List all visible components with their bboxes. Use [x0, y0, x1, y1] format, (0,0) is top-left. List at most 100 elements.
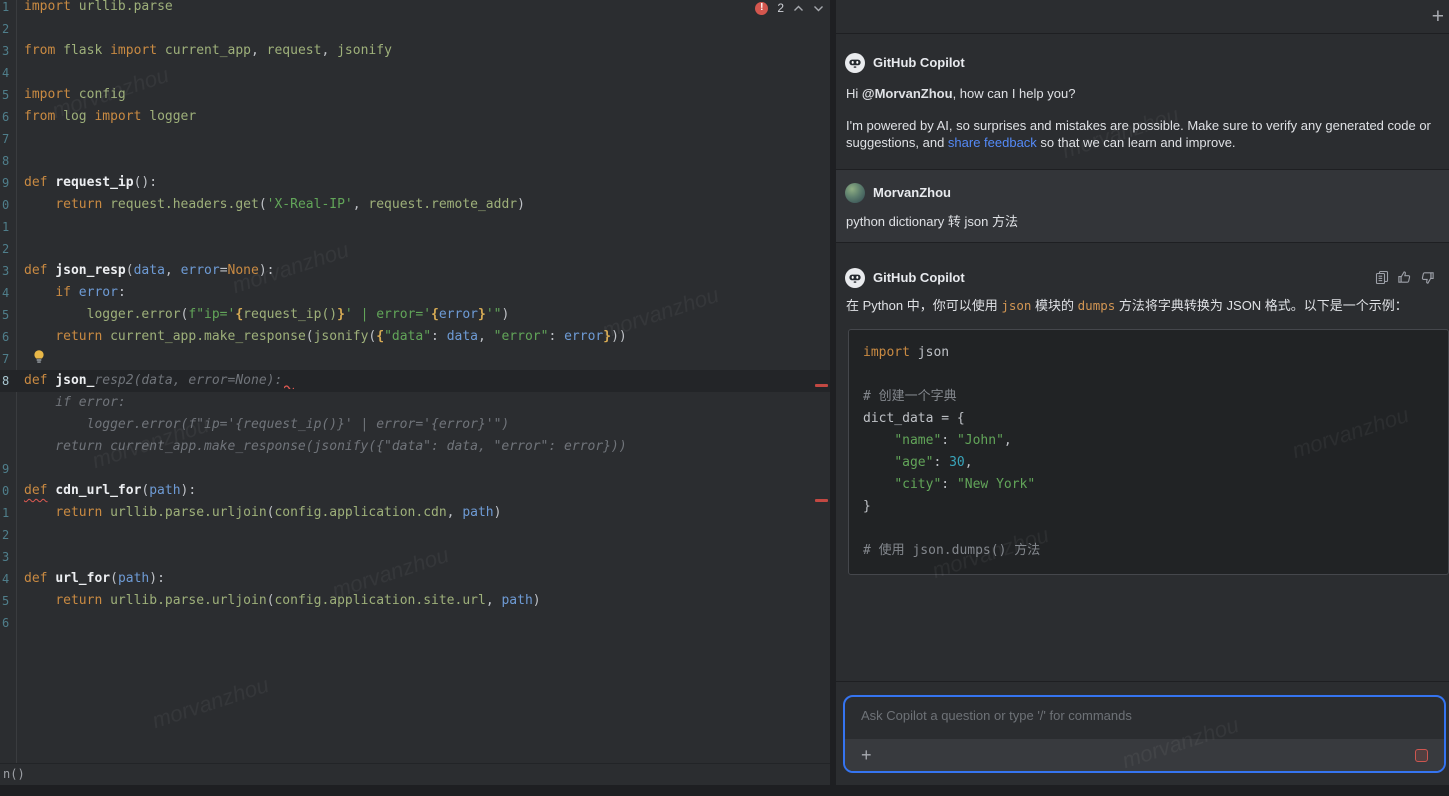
- copilot-avatar: [845, 268, 865, 288]
- line-number[interactable]: 0: [0, 194, 16, 216]
- copilot-input-box[interactable]: Ask Copilot a question or type '/' for c…: [843, 695, 1446, 773]
- line-number[interactable]: 6: [0, 106, 16, 128]
- code-line[interactable]: 0 return request.headers.get('X-Real-IP'…: [0, 194, 830, 216]
- line-number[interactable]: 2: [0, 238, 16, 260]
- error-stripe-mark[interactable]: [815, 499, 828, 502]
- line-number[interactable]: 4: [0, 568, 16, 590]
- new-chat-plus-icon[interactable]: +: [1432, 2, 1444, 31]
- user-avatar: [845, 183, 865, 203]
- code-line[interactable]: 8: [0, 150, 830, 172]
- line-number[interactable]: 2: [0, 524, 16, 546]
- code-line[interactable]: 5import config: [0, 84, 830, 106]
- line-number[interactable]: 9: [0, 172, 16, 194]
- code-editor-pane[interactable]: 1import urllib.parse23from flask import …: [0, 0, 830, 785]
- line-number[interactable]: 5: [0, 590, 16, 612]
- user-message: MorvanZhou python dictionary 转 json 方法: [836, 170, 1449, 243]
- code-line[interactable]: 5 logger.error(f"ip='{request_ip()}' | e…: [0, 304, 830, 326]
- breadcrumb[interactable]: n(): [0, 763, 830, 785]
- code-block-line: [863, 518, 1434, 540]
- thumbs-down-icon[interactable]: [1420, 270, 1435, 285]
- inline-code: json: [1001, 298, 1031, 313]
- line-number[interactable]: 0: [0, 480, 16, 502]
- attach-plus-icon[interactable]: +: [861, 745, 872, 766]
- error-stripe-mark[interactable]: [815, 384, 828, 387]
- copilot-avatar: [845, 53, 865, 73]
- intention-bulb-icon[interactable]: [32, 349, 46, 364]
- line-number[interactable]: 6: [0, 612, 16, 634]
- copilot-greeting: Hi @MorvanZhou, how can I help you?: [846, 85, 1437, 102]
- code-line[interactable]: if error:: [0, 392, 830, 414]
- line-number[interactable]: [0, 392, 16, 414]
- line-number[interactable]: 4: [0, 282, 16, 304]
- line-number[interactable]: 8: [0, 150, 16, 172]
- code-line[interactable]: 6from log import logger: [0, 106, 830, 128]
- code-line[interactable]: 7: [0, 348, 830, 370]
- share-feedback-link[interactable]: share feedback: [948, 135, 1037, 150]
- code-line[interactable]: 1import urllib.parse: [0, 0, 830, 18]
- inspection-widget[interactable]: ! 2: [755, 0, 824, 16]
- line-number[interactable]: 3: [0, 260, 16, 282]
- thumbs-up-icon[interactable]: [1397, 270, 1412, 285]
- error-icon: !: [755, 2, 768, 15]
- mention: @MorvanZhou: [862, 86, 953, 101]
- code-line[interactable]: 9def request_ip():: [0, 172, 830, 194]
- line-number[interactable]: [0, 436, 16, 458]
- code-line[interactable]: 3from flask import current_app, request,…: [0, 40, 830, 62]
- code-line[interactable]: 9: [0, 458, 830, 480]
- line-number[interactable]: 1: [0, 502, 16, 524]
- code-line[interactable]: 4: [0, 62, 830, 84]
- line-number[interactable]: [0, 414, 16, 436]
- chevron-down-icon[interactable]: [813, 5, 824, 12]
- line-number[interactable]: 9: [0, 458, 16, 480]
- code-line[interactable]: 8def json_resp2(data, error=None):: [0, 370, 830, 392]
- code-line[interactable]: 2: [0, 524, 830, 546]
- line-number[interactable]: 4: [0, 62, 16, 84]
- line-number[interactable]: 1: [0, 0, 16, 18]
- code-block-line: [863, 364, 1434, 386]
- code-block-line: }: [863, 496, 1434, 518]
- code-block-line: import json: [863, 342, 1434, 364]
- line-number[interactable]: 6: [0, 326, 16, 348]
- code-block-line: # 创建一个字典: [863, 386, 1434, 408]
- code-line[interactable]: 4def url_for(path):: [0, 568, 830, 590]
- line-number[interactable]: 5: [0, 84, 16, 106]
- line-number[interactable]: 5: [0, 304, 16, 326]
- copilot-name: GitHub Copilot: [873, 55, 965, 70]
- code-line[interactable]: 3def json_resp(data, error=None):: [0, 260, 830, 282]
- code-line[interactable]: 1 return urllib.parse.urljoin(config.app…: [0, 502, 830, 524]
- copilot-chat-panel: + GitHub Copilot Hi @MorvanZhou, how can…: [836, 0, 1449, 785]
- line-number[interactable]: 2: [0, 18, 16, 40]
- code-block-line: "name": "John",: [863, 430, 1434, 452]
- code-line[interactable]: 6: [0, 612, 830, 634]
- chat-input-field[interactable]: Ask Copilot a question or type '/' for c…: [845, 697, 1444, 739]
- line-number[interactable]: 7: [0, 348, 16, 370]
- code-block-line: # 使用 json.dumps() 方法: [863, 540, 1434, 562]
- editor-code[interactable]: 1import urllib.parse23from flask import …: [0, 0, 830, 634]
- line-number[interactable]: 1: [0, 216, 16, 238]
- line-number[interactable]: 8: [0, 370, 16, 392]
- code-line[interactable]: logger.error(f"ip='{request_ip()}' | err…: [0, 414, 830, 436]
- code-line[interactable]: 0def cdn_url_for(path):: [0, 480, 830, 502]
- code-line[interactable]: 5 return urllib.parse.urljoin(config.app…: [0, 590, 830, 612]
- chevron-up-icon[interactable]: [793, 5, 804, 12]
- line-number[interactable]: 3: [0, 40, 16, 62]
- code-line[interactable]: 7: [0, 128, 830, 150]
- copilot-name: GitHub Copilot: [873, 270, 965, 285]
- error-count: 2: [777, 1, 784, 15]
- code-line[interactable]: 6 return current_app.make_response(jsoni…: [0, 326, 830, 348]
- window-bottom-edge: [0, 785, 1449, 796]
- stop-button[interactable]: [1415, 749, 1428, 762]
- copy-icon[interactable]: [1375, 270, 1389, 285]
- code-line[interactable]: 4 if error:: [0, 282, 830, 304]
- code-line[interactable]: 2: [0, 238, 830, 260]
- code-line[interactable]: 2: [0, 18, 830, 40]
- code-line[interactable]: 1: [0, 216, 830, 238]
- line-number[interactable]: 3: [0, 546, 16, 568]
- code-line[interactable]: return current_app.make_response(jsonify…: [0, 436, 830, 458]
- code-block-line: "city": "New York": [863, 474, 1434, 496]
- code-block-line: dict_data = {: [863, 408, 1434, 430]
- line-number[interactable]: 7: [0, 128, 16, 150]
- copilot-answer-message: GitHub Copilot 在 Pyt: [836, 243, 1449, 682]
- code-line[interactable]: 3: [0, 546, 830, 568]
- copilot-welcome-message: GitHub Copilot Hi @MorvanZhou, how can I…: [836, 34, 1449, 170]
